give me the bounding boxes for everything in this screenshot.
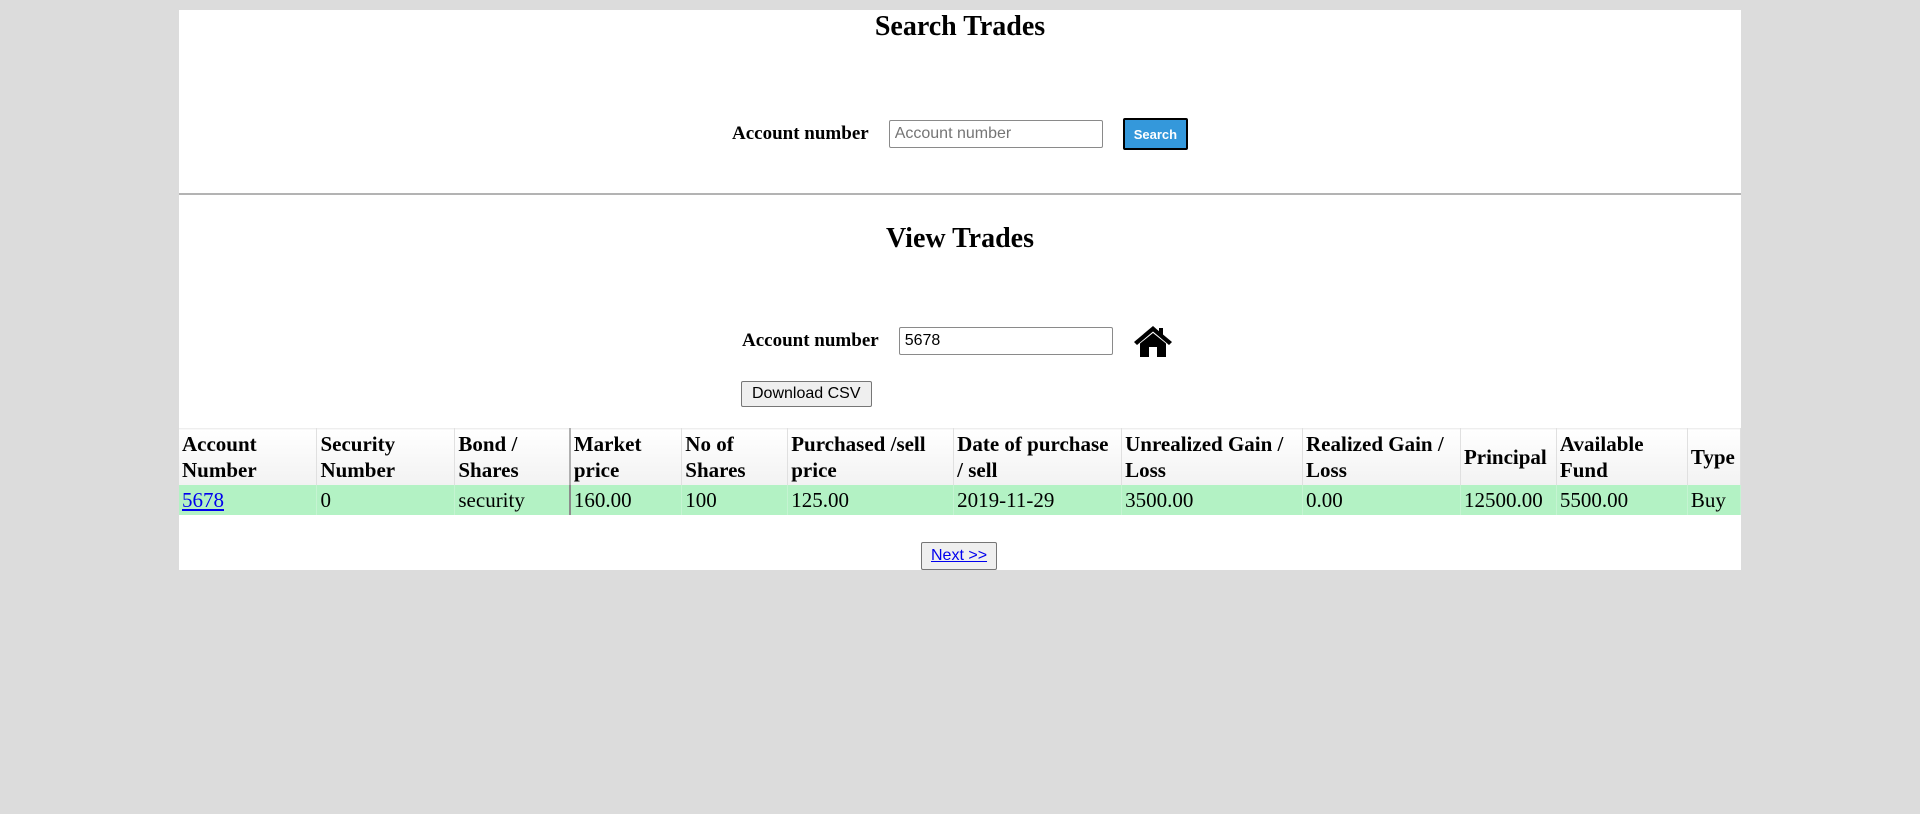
table-cell: 5500.00 [1556, 485, 1688, 515]
column-header: Market price [569, 428, 683, 485]
table-cell: 2019-11-29 [953, 485, 1123, 515]
table-row: 5678 0 security 160.00 100 125.00 2019-1… [179, 485, 1742, 515]
search-account-label: Account number [732, 123, 869, 144]
table-cell: security [454, 485, 571, 515]
account-number-link[interactable]: 5678 [182, 488, 224, 512]
view-form: Account number [742, 324, 1173, 358]
table-header-row: Account Number Security Number Bond / Sh… [179, 428, 1742, 485]
table-cell: 3500.00 [1121, 485, 1304, 515]
column-header: Unrealized Gain / Loss [1121, 428, 1304, 485]
column-header: Type [1687, 428, 1742, 485]
next-page-button[interactable]: Next >> [921, 542, 998, 570]
table-cell: 0 [316, 485, 456, 515]
trades-table: Account Number Security Number Bond / Sh… [179, 428, 1742, 515]
table-cell: 160.00 [569, 485, 683, 515]
home-icon[interactable] [1133, 324, 1173, 358]
table-cell: 125.00 [787, 485, 955, 515]
column-header: Security Number [316, 428, 456, 485]
search-button[interactable]: Search [1122, 118, 1189, 150]
download-csv-button[interactable]: Download CSV [741, 381, 872, 407]
view-trades-title: View Trades [885, 223, 1035, 254]
search-account-input[interactable] [888, 120, 1103, 148]
table-cell: 0.00 [1302, 485, 1461, 515]
column-header: No of Shares [681, 428, 789, 485]
column-header: Bond / Shares [454, 428, 571, 485]
table-cell: 5678 [179, 485, 318, 515]
column-header: Realized Gain / Loss [1302, 428, 1461, 485]
column-header: Account Number [179, 428, 318, 485]
column-header: Available Fund [1556, 428, 1688, 485]
view-account-input[interactable] [898, 327, 1113, 355]
table-cell: 100 [681, 485, 789, 515]
section-divider [179, 193, 1741, 195]
table-cell: Buy [1687, 485, 1742, 515]
main-panel: Search Trades Account number Search View… [179, 10, 1742, 570]
search-trades-title: Search Trades [874, 11, 1046, 42]
view-account-label: Account number [742, 330, 879, 351]
column-header: Principal [1460, 428, 1557, 485]
search-form: Account number Search [732, 118, 1189, 150]
column-header: Purchased /sell price [787, 428, 955, 485]
column-header: Date of purchase / sell [953, 428, 1123, 485]
table-cell: 12500.00 [1460, 485, 1557, 515]
